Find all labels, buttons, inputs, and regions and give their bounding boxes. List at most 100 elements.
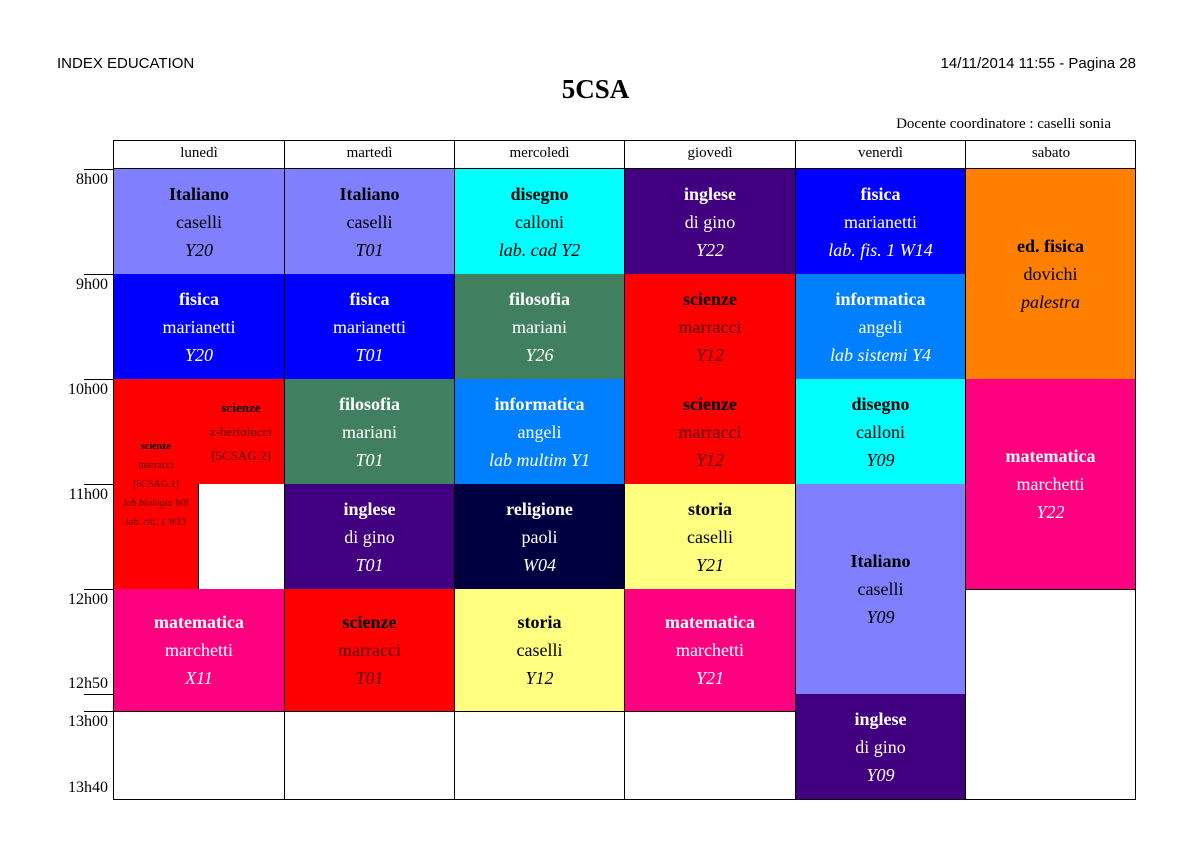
lesson-subject: matematica xyxy=(1005,446,1096,466)
lesson-subject: matematica xyxy=(665,612,755,632)
lesson-cell[interactable]: Italiano caselli Y20 xyxy=(114,169,285,275)
page-title: 5CSA xyxy=(561,74,630,104)
lesson-cell[interactable]: Italiano caselli T01 xyxy=(284,169,455,275)
lesson-teacher: z-bertolucci xyxy=(209,423,273,439)
lesson-cell[interactable]: inglese di gino T01 xyxy=(284,484,455,590)
lesson-cell[interactable]: filosofia mariani Y26 xyxy=(454,274,625,380)
lesson-room: Y22 xyxy=(695,239,724,260)
lesson-subject: Italiano xyxy=(850,551,911,571)
time-label: 8h00 xyxy=(76,171,108,188)
time-label: 13h00 xyxy=(68,713,108,730)
lesson-room: T01 xyxy=(355,344,384,365)
lesson-cell[interactable]: fisica marianetti lab. fis. 1 W14 xyxy=(795,169,966,275)
lesson-teacher: caselli xyxy=(516,640,563,660)
lesson-teacher: marchetti xyxy=(165,640,233,660)
lesson-room: lab. fis. 1 W14 xyxy=(828,239,933,260)
lesson-teacher: marianetti xyxy=(333,316,406,337)
lesson-subject: scienze xyxy=(683,288,737,309)
time-tick xyxy=(84,379,113,380)
publisher-label: INDEX EDUCATION xyxy=(57,55,195,72)
lesson-teacher: marracci xyxy=(138,459,174,471)
lesson-subject: scienze xyxy=(683,393,737,414)
day-header-monday: lunedì xyxy=(113,140,284,169)
print-date-page: 14/11/2014 11:55 - Pagina 28 xyxy=(940,55,1136,72)
lesson-subject: inglese xyxy=(343,498,396,519)
lesson-cell[interactable]: religione paoli W04 xyxy=(454,484,625,590)
lesson-group: [5CSAG.2] xyxy=(211,447,271,463)
lesson-teacher: di gino xyxy=(855,736,906,757)
lesson-room: Y12 xyxy=(695,344,724,365)
lesson-room: Y20 xyxy=(184,344,213,365)
lesson-teacher: marracci xyxy=(678,316,742,337)
lesson-teacher: di gino xyxy=(684,211,736,232)
day-header-thursday: giovedì xyxy=(624,140,795,169)
lesson-cell[interactable]: disegno calloni Y09 xyxy=(795,379,966,485)
lesson-teacher: marchetti xyxy=(676,640,744,660)
lesson-cell[interactable]: scienze marracci [5CSAG.1] lab biologia … xyxy=(114,379,199,590)
lesson-teacher: marianetti xyxy=(162,316,236,337)
lesson-cell[interactable]: fisica marianetti T01 xyxy=(284,274,455,380)
lesson-subject: storia xyxy=(517,612,562,632)
lesson-cell[interactable]: scienze marracci T01 xyxy=(284,589,455,712)
lesson-room: lab multim Y1 xyxy=(488,449,590,470)
day-header-wednesday: mercoledì xyxy=(454,140,624,169)
lesson-subject: fisica xyxy=(179,288,219,309)
lesson-cell[interactable]: matematica marchetti Y22 xyxy=(965,379,1136,590)
lesson-teacher: caselli xyxy=(176,211,222,232)
lesson-subject: disegno xyxy=(510,183,569,204)
lesson-subject: matematica xyxy=(154,612,244,632)
lesson-room: Y20 xyxy=(184,239,213,260)
lesson-room: T01 xyxy=(355,449,384,470)
lesson-teacher: mariani xyxy=(512,316,567,337)
lesson-cell[interactable]: inglese di gino Y09 xyxy=(795,694,966,800)
lesson-cell[interactable]: scienze marracci Y12 xyxy=(624,379,796,485)
lesson-subject: Italiano xyxy=(339,183,400,204)
lesson-cell[interactable]: scienze z-bertolucci [5CSAG.2] xyxy=(198,379,285,485)
lesson-cell[interactable]: informatica angeli lab multim Y1 xyxy=(454,379,625,485)
lesson-teacher: marianetti xyxy=(844,211,917,232)
lesson-room: Y26 xyxy=(525,344,554,365)
time-tick xyxy=(84,694,113,695)
lesson-cell[interactable]: fisica marianetti Y20 xyxy=(114,274,285,380)
lesson-room: lab. cad Y2 xyxy=(498,239,581,260)
time-label: 12h50 xyxy=(68,675,108,692)
time-tick xyxy=(84,711,113,712)
lesson-cell[interactable]: ed. fisica dovichi palestra xyxy=(965,169,1136,380)
lesson-subject: religione xyxy=(506,498,573,519)
lesson-subject: Italiano xyxy=(168,183,229,204)
time-tick xyxy=(84,169,113,170)
lesson-subject: filosofia xyxy=(509,288,570,309)
time-label: 11h00 xyxy=(68,486,108,503)
lesson-room: lab sistemi Y4 xyxy=(829,344,931,365)
lesson-cell[interactable]: disegno calloni lab. cad Y2 xyxy=(454,169,625,275)
lesson-room: Y09 xyxy=(866,764,895,785)
lesson-subject: disegno xyxy=(851,393,910,414)
lesson-teacher: calloni xyxy=(856,421,905,442)
lesson-teacher: marracci xyxy=(338,640,401,660)
lesson-room: W04 xyxy=(523,554,556,575)
day-header-tuesday: martedì xyxy=(284,140,454,169)
lesson-cell[interactable]: storia caselli Y12 xyxy=(454,589,625,712)
time-tick xyxy=(84,589,113,590)
lesson-cell[interactable]: informatica angeli lab sistemi Y4 xyxy=(795,274,966,380)
lesson-teacher: angeli xyxy=(858,316,903,337)
lesson-subject: ed. fisica xyxy=(1017,236,1084,256)
lesson-teacher: di gino xyxy=(344,526,395,547)
lesson-cell[interactable]: Italiano caselli Y09 xyxy=(795,484,966,695)
lesson-cell[interactable]: matematica marchetti Y21 xyxy=(624,589,796,712)
lesson-cell[interactable]: matematica marchetti X11 xyxy=(114,589,285,712)
lesson-subject: informatica xyxy=(835,288,926,309)
lesson-teacher: caselli xyxy=(346,211,393,232)
lesson-subject: scienze xyxy=(141,440,171,452)
lesson-cell[interactable]: scienze marracci Y12 xyxy=(624,274,796,380)
lesson-cell[interactable]: storia caselli Y21 xyxy=(624,484,796,590)
lesson-room: lab biologia W8 xyxy=(123,497,189,509)
time-label: 9h00 xyxy=(76,276,108,293)
lesson-cell[interactable]: filosofia mariani T01 xyxy=(284,379,455,485)
lesson-room: Y21 xyxy=(695,668,724,688)
lesson-room: T01 xyxy=(355,239,384,260)
lesson-cell[interactable]: inglese di gino Y22 xyxy=(624,169,796,275)
lesson-room: X11 xyxy=(185,668,213,688)
lesson-room: lab. chi. 1 W13 xyxy=(125,516,187,528)
lesson-subject: informatica xyxy=(494,393,585,414)
